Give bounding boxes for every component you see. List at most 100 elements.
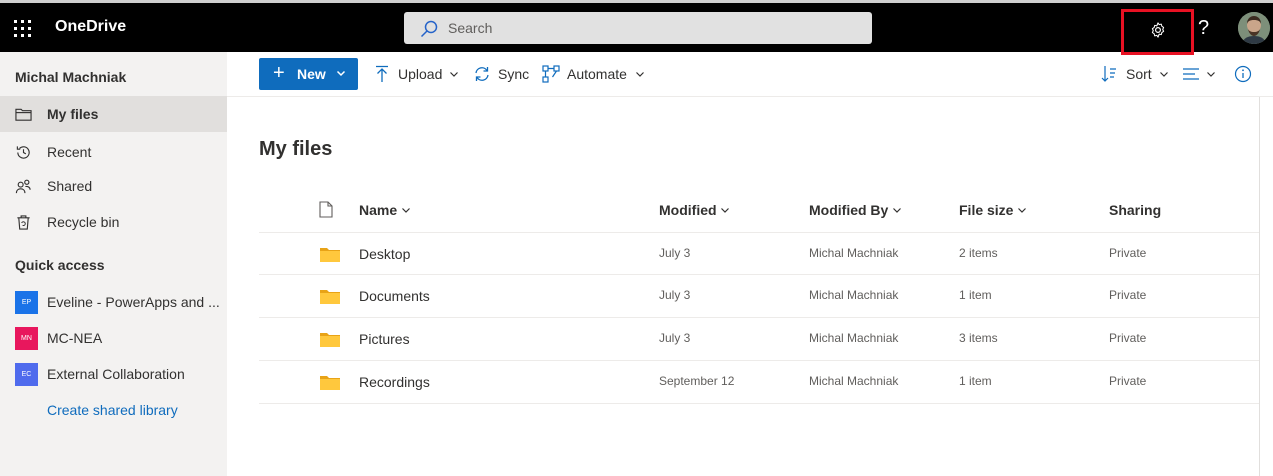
info-icon[interactable] xyxy=(1234,65,1252,83)
app-launcher-icon[interactable] xyxy=(14,20,32,38)
nav-item-recent[interactable]: Recent xyxy=(0,134,227,170)
sharing-status: Private xyxy=(1109,246,1147,260)
file-size: 1 item xyxy=(959,288,992,302)
view-options-button[interactable] xyxy=(1182,65,1220,85)
folder-icon xyxy=(320,333,340,347)
chevron-down-icon xyxy=(1160,72,1168,77)
quick-access-heading: Quick access xyxy=(15,257,105,273)
column-header-name[interactable]: Name xyxy=(359,202,411,218)
settings-highlight-box[interactable] xyxy=(1121,9,1194,55)
top-bar: OneDrive Search ? xyxy=(0,3,1273,55)
sync-icon xyxy=(475,67,489,81)
file-name[interactable]: Documents xyxy=(359,288,430,304)
sort-icon xyxy=(1101,66,1116,82)
chevron-down-icon xyxy=(402,208,410,213)
create-shared-library-link[interactable]: Create shared library xyxy=(47,402,178,418)
sync-label: Sync xyxy=(498,66,530,82)
file-name[interactable]: Recordings xyxy=(359,374,430,390)
file-name[interactable]: Pictures xyxy=(359,331,410,347)
modified-date: September 12 xyxy=(659,374,735,388)
upload-icon xyxy=(376,65,388,82)
file-name[interactable]: Desktop xyxy=(359,246,410,262)
table-row[interactable]: Documents July 3 Michal Machniak 1 item … xyxy=(259,275,1259,318)
modified-date: July 3 xyxy=(659,331,691,345)
modified-date: July 3 xyxy=(659,246,691,260)
nav-label: Recent xyxy=(47,144,92,160)
nav-label: Shared xyxy=(47,178,93,194)
file-size: 1 item xyxy=(959,374,992,388)
profile-photo-icon xyxy=(1238,12,1270,44)
plus-icon: + xyxy=(273,62,285,84)
command-bar: + New Upload Sync Automate Sort xyxy=(227,52,1273,97)
table-row[interactable]: Pictures July 3 Michal Machniak 3 items … xyxy=(259,318,1259,361)
site-badge: EP xyxy=(15,291,38,314)
folder-icon xyxy=(320,290,340,304)
table-row[interactable]: Recordings September 12 Michal Machniak … xyxy=(259,361,1259,404)
site-badge: MN xyxy=(15,327,38,350)
column-header-modified-by[interactable]: Modified By xyxy=(809,202,902,218)
column-header-label: Name xyxy=(359,202,398,218)
sharing-status: Private xyxy=(1109,331,1147,345)
history-icon xyxy=(16,146,30,159)
chevron-down-icon xyxy=(893,208,902,213)
table-row[interactable]: Desktop July 3 Michal Machniak 2 items P… xyxy=(259,232,1259,275)
file-size: 3 items xyxy=(959,331,998,345)
nav-item-recycle-bin[interactable]: Recycle bin xyxy=(0,204,227,240)
recycle-bin-icon xyxy=(17,215,30,230)
nav-label: Recycle bin xyxy=(47,214,120,230)
modified-by: Michal Machniak xyxy=(809,331,899,345)
chevron-down-icon xyxy=(1207,72,1215,77)
column-header-modified[interactable]: Modified xyxy=(659,202,730,218)
file-size: 2 items xyxy=(959,246,998,260)
folder-icon xyxy=(320,248,340,262)
chevron-down-icon xyxy=(1018,208,1027,213)
chevron-down-icon xyxy=(636,72,644,77)
scrollbar-track[interactable] xyxy=(1259,97,1260,476)
sort-label: Sort xyxy=(1126,66,1152,82)
site-badge: EC xyxy=(15,363,38,386)
help-button[interactable]: ? xyxy=(1198,17,1209,40)
chevron-down-icon xyxy=(336,70,346,77)
column-header-file-size[interactable]: File size xyxy=(959,202,1027,218)
search-placeholder: Search xyxy=(448,20,493,36)
automate-label: Automate xyxy=(567,66,627,82)
upload-button[interactable]: Upload xyxy=(374,65,464,85)
sharing-status: Private xyxy=(1109,288,1147,302)
folder-icon xyxy=(320,376,340,390)
nav-item-shared[interactable]: Shared xyxy=(0,168,227,204)
file-type-icon[interactable] xyxy=(319,201,333,218)
chevron-down-icon xyxy=(450,72,458,77)
nav-item-my-files[interactable]: My files xyxy=(0,96,227,132)
avatar[interactable] xyxy=(1238,12,1270,44)
quick-access-label: MC-NEA xyxy=(47,330,103,346)
modified-by: Michal Machniak xyxy=(809,374,899,388)
column-header-sharing[interactable]: Sharing xyxy=(1109,202,1161,218)
column-header-label: Modified By xyxy=(809,202,889,218)
left-navigation: Michal Machniak My files Recent Shared R… xyxy=(0,52,227,476)
folder-icon xyxy=(15,108,32,121)
quick-access-item[interactable]: EC External Collaboration xyxy=(0,359,227,389)
quick-access-item[interactable]: MN MC-NEA xyxy=(0,323,227,353)
page-title: My files xyxy=(259,138,333,160)
sync-button[interactable]: Sync xyxy=(473,65,533,85)
search-icon xyxy=(420,20,438,38)
user-name: Michal Machniak xyxy=(15,69,127,85)
shared-people-icon xyxy=(15,179,31,194)
gear-icon[interactable] xyxy=(1149,21,1167,39)
modified-by: Michal Machniak xyxy=(809,288,899,302)
sharing-status: Private xyxy=(1109,374,1147,388)
new-label: New xyxy=(297,66,326,82)
sort-button[interactable]: Sort xyxy=(1101,65,1171,85)
column-header-label: Modified xyxy=(659,202,717,218)
automate-button[interactable]: Automate xyxy=(542,65,652,85)
new-button[interactable]: + New xyxy=(259,58,358,90)
nav-label: My files xyxy=(47,106,99,122)
quick-access-label: Eveline - PowerApps and ... xyxy=(47,294,219,310)
chevron-down-icon xyxy=(721,208,730,213)
list-view-icon xyxy=(1183,68,1199,80)
automate-flow-icon xyxy=(542,65,560,83)
quick-access-label: External Collaboration xyxy=(47,366,185,382)
app-title[interactable]: OneDrive xyxy=(55,18,126,36)
quick-access-item[interactable]: EP Eveline - PowerApps and ... xyxy=(0,287,227,317)
search-input[interactable]: Search xyxy=(404,12,872,44)
